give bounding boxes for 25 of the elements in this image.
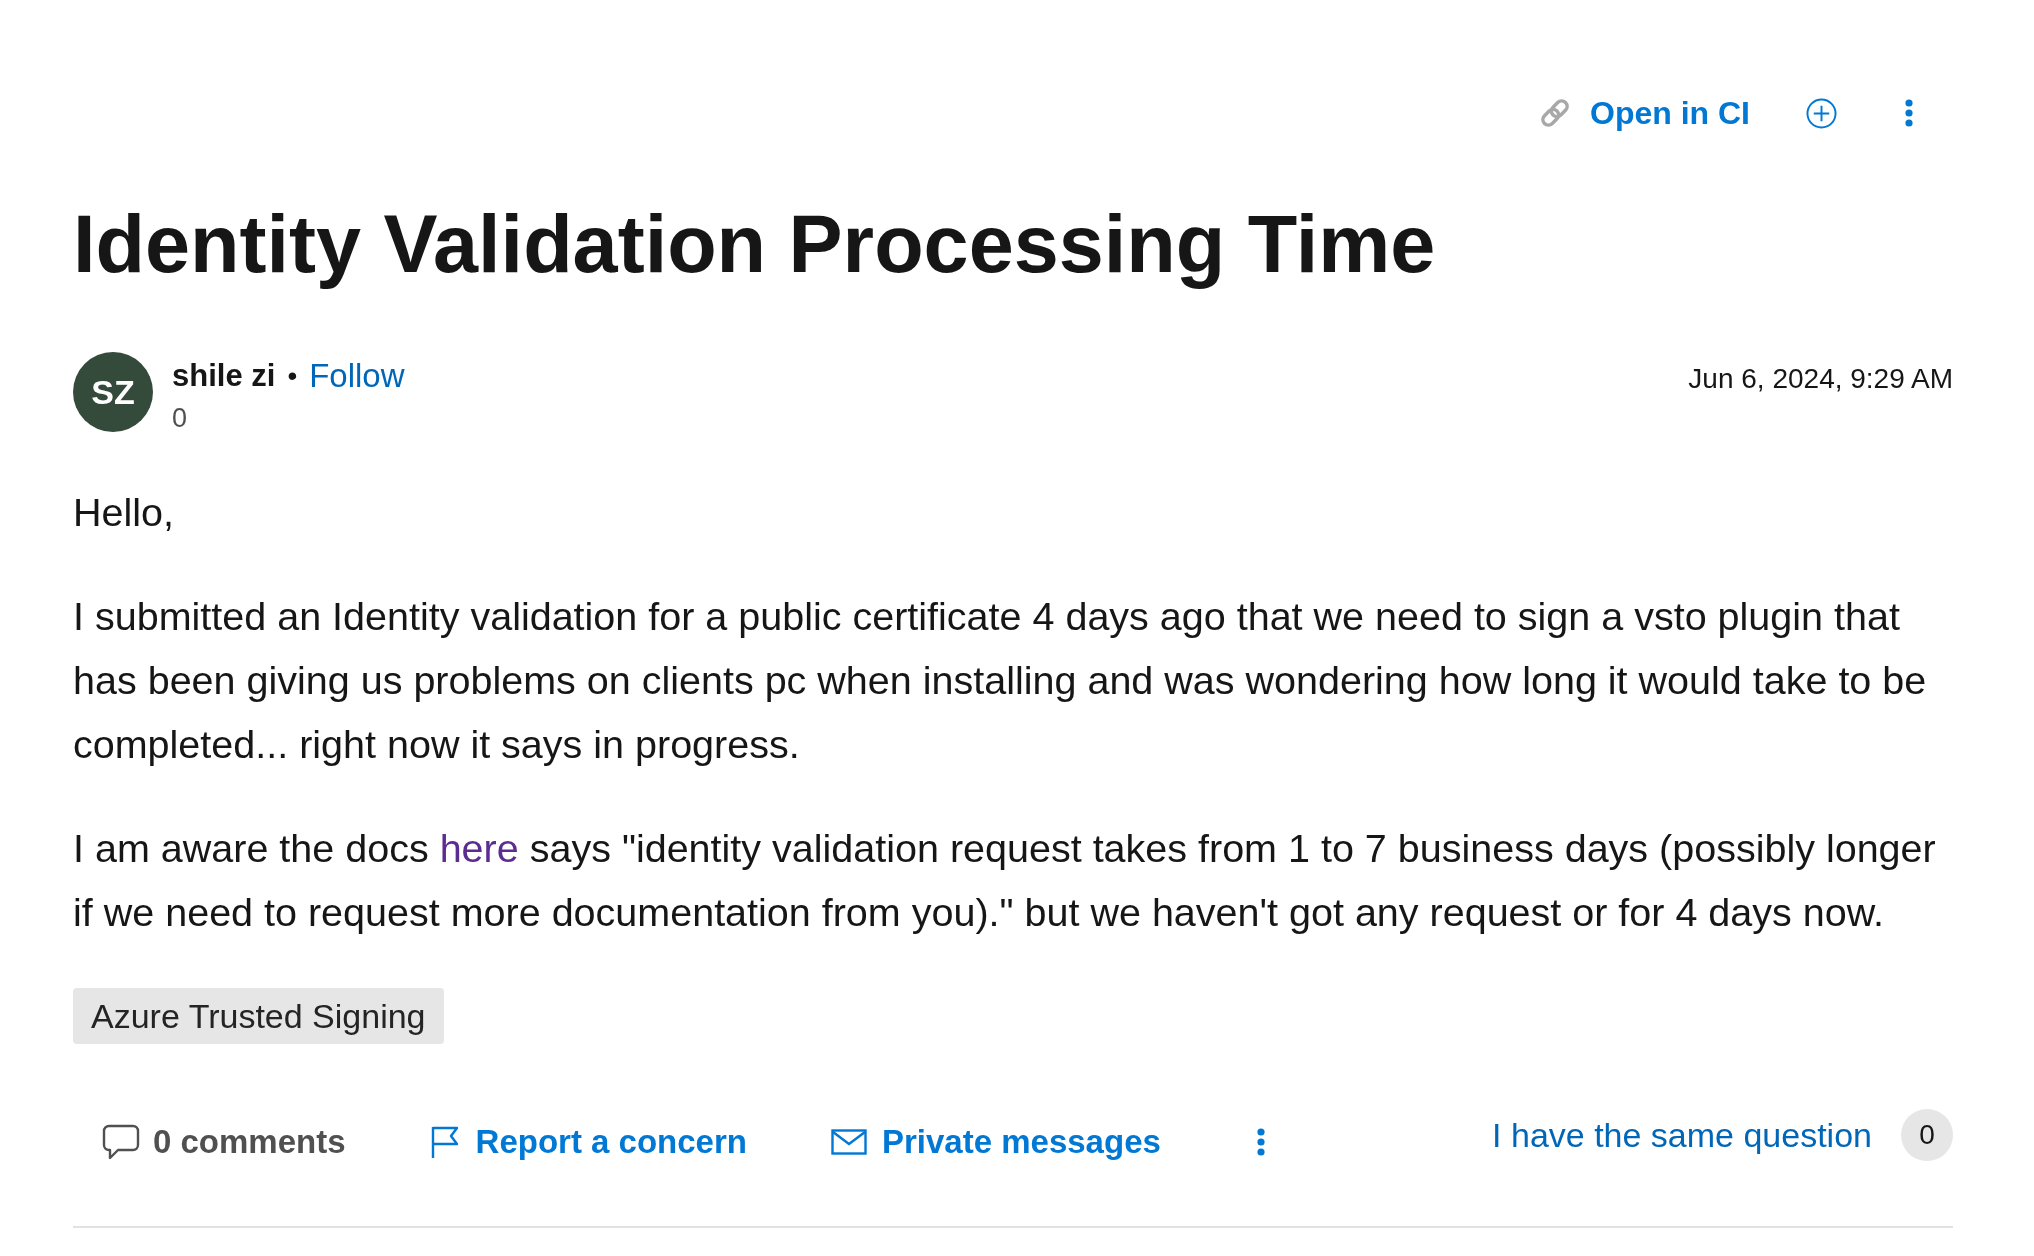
- author-name: shile zi: [172, 357, 276, 395]
- link-icon: [1538, 96, 1572, 130]
- speech-bubble-icon: [102, 1124, 140, 1160]
- user-avatar: SZ: [73, 352, 153, 432]
- vertical-dots-icon: [1256, 1128, 1265, 1156]
- topic-tag[interactable]: Azure Trusted Signing: [73, 988, 444, 1044]
- comments-link[interactable]: 0 comments: [102, 1120, 346, 1164]
- post-date: Jun 6, 2024, 9:29 AM: [1688, 362, 1953, 396]
- report-concern-link[interactable]: Report a concern: [429, 1120, 747, 1164]
- circle-plus-icon: [1806, 97, 1837, 129]
- vertical-dots-icon: [1905, 99, 1913, 127]
- envelope-icon: [831, 1129, 867, 1155]
- follow-link[interactable]: Follow: [309, 356, 405, 396]
- private-messages-link[interactable]: Private messages: [831, 1120, 1161, 1164]
- same-question-button[interactable]: I have the same question: [1492, 1113, 1872, 1157]
- same-question-count: 0: [1901, 1109, 1953, 1161]
- body-paragraph: Hello,: [73, 489, 175, 536]
- docs-link[interactable]: here: [439, 826, 519, 870]
- question-title: Identity Validation Processing Time: [73, 198, 1437, 291]
- open-in-ci-link[interactable]: Open in CI: [1538, 91, 1750, 135]
- bullet-separator: •: [287, 359, 298, 393]
- flag-icon: [429, 1125, 461, 1159]
- body-paragraph: I submitted an Identity validation for a public certificate 4 days ago that we need to sign a vsto plugin that has been giving us problems on clients pc when installing and was wondering how long it would take to be completed... right now it says in progress.: [73, 593, 1928, 768]
- body-paragraph: I am aware the docs here says "identity validation request takes from 1 to 7 business days (possibly longer if we need to request more documentation from you)." but we haven't got any request or for 4 days now.: [73, 825, 1937, 936]
- reputation-count: 0: [172, 403, 188, 433]
